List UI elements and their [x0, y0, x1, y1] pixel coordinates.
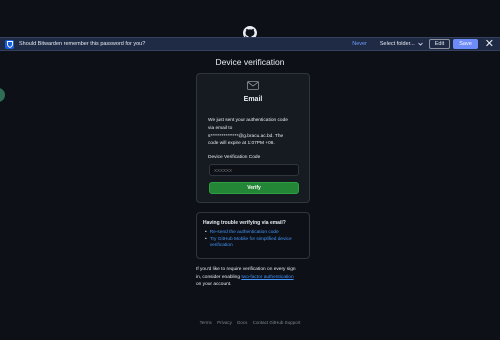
mail-icon — [247, 81, 259, 90]
help-title: Having trouble verifying via email? — [203, 220, 286, 226]
card-text-line: s***************@g.bracu.ac.bd. The — [208, 133, 284, 139]
folder-select-value: Select folder... — [379, 41, 415, 47]
side-floating-button[interactable] — [0, 88, 5, 102]
folder-select[interactable]: Select folder... — [377, 39, 426, 49]
footer-link-privacy[interactable]: Privacy — [217, 320, 232, 325]
github-mobile-link-cont[interactable]: verification — [210, 243, 233, 250]
help-list: • Re-send the authentication code • Try … — [205, 230, 307, 250]
verification-code-input[interactable] — [209, 164, 299, 176]
chevron-down-icon — [417, 42, 423, 46]
bullet-icon: • — [205, 230, 207, 235]
note-text: in, consider enabling — [196, 274, 242, 280]
two-factor-note: If you'd like to require verification on… — [196, 266, 312, 289]
verify-button[interactable]: Verify — [209, 182, 299, 194]
bitwarden-message: Should Bitwarden remember this password … — [19, 41, 146, 47]
footer-links: Terms Privacy Docs Contact GitHub Suppor… — [0, 320, 500, 325]
note-line: on your account. — [196, 282, 232, 288]
verification-card: Email We just sent your authentication c… — [196, 73, 310, 203]
page-title: Device verification — [215, 57, 285, 67]
edit-button[interactable]: Edit — [428, 39, 451, 49]
note-line: in, consider enabling two-factor authent… — [196, 274, 312, 282]
card-heading: Email — [243, 96, 263, 103]
close-icon[interactable]: ✕ — [485, 39, 494, 50]
footer-link-docs[interactable]: Docs — [237, 320, 247, 325]
card-text-line: via email to — [208, 125, 233, 131]
help-box: Having trouble verifying via email? • Re… — [196, 212, 310, 259]
bitwarden-shield-icon — [5, 39, 14, 49]
footer-link-support[interactable]: Contact GitHub Support — [253, 320, 301, 325]
list-item[interactable]: • verification — [205, 243, 307, 250]
code-field-label: Device Verification Code — [208, 155, 261, 160]
card-text-line: We just sent your authentication code — [208, 118, 288, 123]
two-factor-link[interactable]: two-factor authentication — [241, 275, 293, 280]
bitwarden-notification-bar: Should Bitwarden remember this password … — [0, 37, 500, 51]
list-item[interactable]: • Re-send the authentication code — [205, 230, 307, 237]
never-button[interactable]: Never — [352, 41, 367, 47]
bullet-icon: • — [205, 236, 207, 242]
save-button[interactable]: Save — [453, 39, 478, 49]
card-description: We just sent your authentication code vi… — [208, 117, 301, 148]
note-line: If you'd like to require verification on… — [196, 267, 296, 272]
footer-link-terms[interactable]: Terms — [200, 320, 212, 325]
card-text-line: code will expire at 1:07PM +06. — [208, 141, 275, 147]
resend-code-link[interactable]: Re-send the authentication code — [210, 230, 279, 237]
